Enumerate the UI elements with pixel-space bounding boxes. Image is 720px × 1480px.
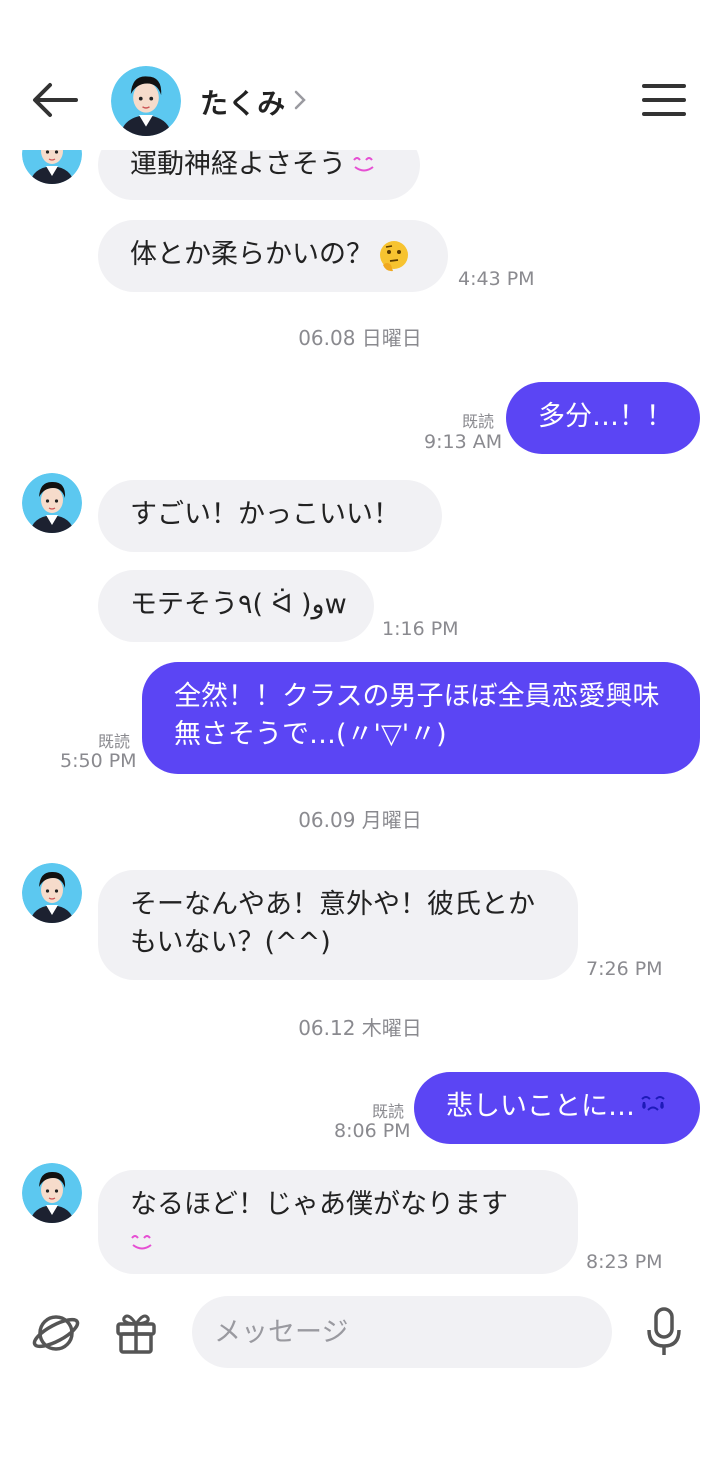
- message-bubble-incoming[interactable]: モテそう٩( ᐛ )وw: [98, 570, 374, 642]
- message-text: なるほど！じゃあ僕がなります: [130, 1189, 508, 1220]
- read-receipt: 既読: [462, 412, 495, 431]
- message-bubble-incoming[interactable]: 体とか柔らかいの？: [98, 220, 448, 292]
- contact-avatar[interactable]: [22, 1163, 82, 1223]
- message-time: 1:16 PM: [382, 618, 459, 640]
- message-time: 8:06 PM: [334, 1120, 411, 1142]
- read-receipt: 既読: [98, 732, 131, 751]
- date-separator: 06.12 木曜日: [298, 1016, 422, 1040]
- message-bubble-incoming[interactable]: そーなんやあ！意外や！彼氏とかもいない？(^^): [98, 870, 578, 980]
- contact-avatar-large[interactable]: [111, 66, 181, 136]
- planet-button[interactable]: [30, 1310, 82, 1356]
- gift-icon: [116, 1314, 156, 1354]
- chevron-right-icon[interactable]: [292, 88, 308, 112]
- message-text: そーなんやあ！意外や！彼氏とかもいない？(^^): [130, 889, 535, 958]
- message-text: 全然！！クラスの男子ほぼ全員恋愛興味無さそうで…(〃'▽'〃): [174, 681, 660, 750]
- arrow-left-icon: [33, 83, 78, 117]
- date-separator: 06.09 月曜日: [298, 808, 422, 832]
- date-separator: 06.08 日曜日: [298, 326, 422, 350]
- chat-header: たくみ: [0, 0, 720, 150]
- planet-icon: [32, 1315, 80, 1351]
- smile-icon: [130, 1225, 154, 1263]
- message-time: 5:50 PM: [60, 750, 137, 772]
- message-time: 9:13 AM: [424, 431, 503, 453]
- message-input[interactable]: [192, 1296, 612, 1368]
- message-bubble-incoming[interactable]: なるほど！じゃあ僕がなります: [98, 1170, 578, 1274]
- message-bubble-outgoing[interactable]: 全然！！クラスの男子ほぼ全員恋愛興味無さそうで…(〃'▽'〃): [142, 662, 700, 774]
- message-bubble-outgoing[interactable]: 多分…！！: [506, 382, 700, 454]
- contact-avatar[interactable]: [22, 863, 82, 923]
- message-time: 7:26 PM: [586, 958, 663, 980]
- thinking-face-icon: [377, 239, 411, 273]
- message-time: 4:43 PM: [458, 268, 535, 290]
- message-text: 体とか柔らかいの？: [130, 239, 373, 270]
- hamburger-menu-icon: [642, 84, 686, 116]
- message-bubble-incoming[interactable]: すごい！かっこいい！: [98, 480, 442, 552]
- message-text: 多分…！！: [538, 401, 673, 432]
- microphone-icon: [647, 1307, 681, 1355]
- microphone-button[interactable]: [644, 1306, 684, 1358]
- read-receipt: 既読: [372, 1102, 405, 1121]
- message-text: 運動神経よさそう: [130, 149, 346, 180]
- message-text: すごい！かっこいい！: [130, 499, 400, 530]
- crying-icon: [639, 1089, 667, 1127]
- message-bubble-outgoing[interactable]: 悲しいことに…: [414, 1072, 700, 1144]
- smile-icon: [352, 147, 376, 185]
- back-button[interactable]: [30, 80, 80, 120]
- chat-history[interactable]: 運動神経よさそう 体とか柔らかいの？ 4:43 PM 06.08 日曜日 既読 …: [0, 0, 720, 1290]
- message-time: 8:23 PM: [586, 1251, 663, 1273]
- gift-button[interactable]: [114, 1310, 158, 1356]
- contact-avatar[interactable]: [22, 473, 82, 533]
- message-text: 悲しいことに…: [446, 1091, 635, 1122]
- contact-name[interactable]: たくみ: [200, 82, 285, 122]
- menu-button[interactable]: [642, 82, 686, 118]
- message-text: モテそう٩( ᐛ )وw: [130, 589, 347, 620]
